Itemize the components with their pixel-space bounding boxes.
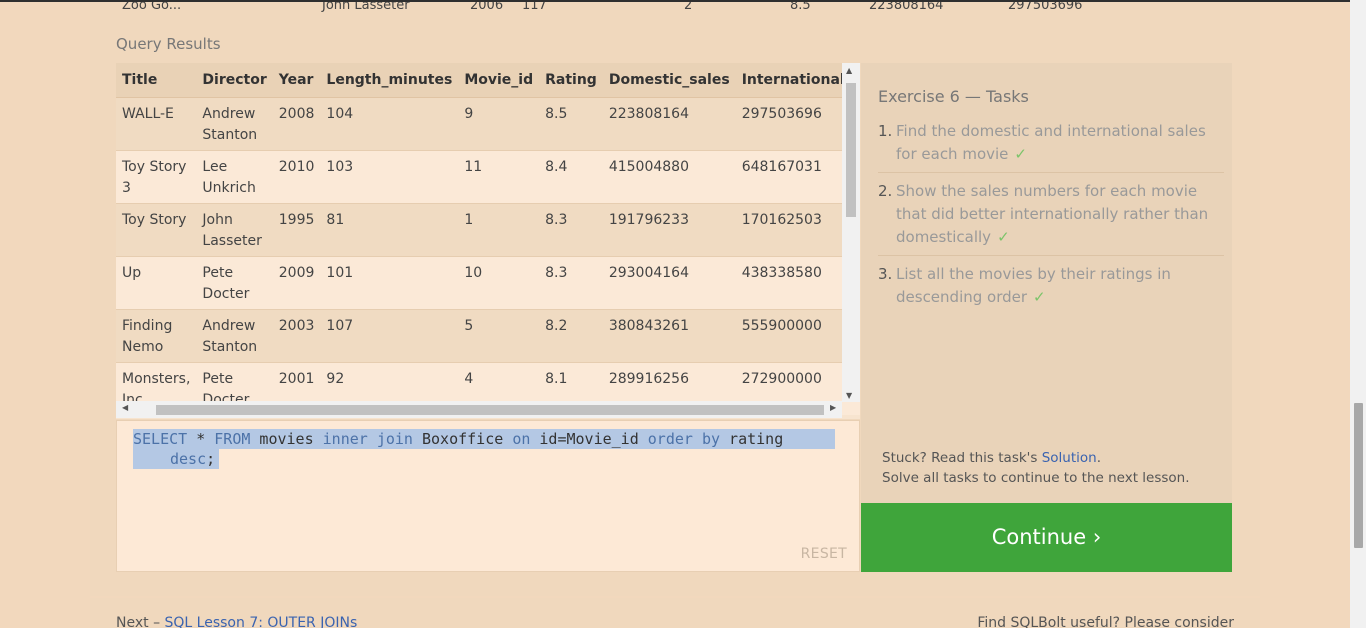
tasks-title: Exercise 6 — Tasks [878, 87, 1029, 106]
footer: Next – SQL Lesson 7: OUTER JOINs Find SQ… [90, 598, 1260, 628]
page-scrollbar[interactable] [1350, 0, 1366, 628]
stuck-help: Stuck? Read this task's Solution. Solve … [882, 450, 1190, 486]
solution-link[interactable]: Solution [1042, 450, 1097, 466]
sql-editor[interactable]: SELECT * FROM movies inner join Boxoffic… [116, 420, 860, 572]
table-row: Up Pete Docter 2009 101 10 8.3 293004164… [116, 255, 860, 309]
scroll-left-icon[interactable]: ◀ [122, 403, 128, 412]
code-line-1: SELECT * FROM movies inner join Boxoffic… [133, 429, 836, 449]
query-results-label: Query Results [116, 35, 221, 53]
sql-code[interactable]: SELECT * FROM movies inner join Boxoffic… [133, 429, 836, 469]
task-list: 1. Find the domestic and international s… [878, 119, 1224, 321]
table-row: Toy Story 3 Lee Unkrich 2010 103 11 8.4 … [116, 149, 860, 203]
query-results-table[interactable]: Title Director Year Length_minutes Movie… [116, 63, 860, 419]
page-scroll-thumb[interactable] [1354, 403, 1363, 548]
column-header: Length_minutes [320, 63, 459, 98]
scroll-up-icon[interactable]: ▲ [846, 66, 852, 75]
column-header: Director [196, 63, 273, 98]
support-note: Find SQLBolt useful? Please consider [977, 615, 1234, 628]
column-header: Movie_id [458, 63, 540, 98]
table-header-row: Title Director Year Length_minutes Movie… [116, 63, 860, 98]
task-item: 3. List all the movies by their ratings … [878, 265, 1171, 306]
task-item: 2. Show the sales numbers for each movie… [878, 179, 1224, 256]
tasks-panel: Exercise 6 — Tasks 1. Find the domestic … [861, 63, 1232, 505]
horizontal-scroll-thumb[interactable] [156, 405, 824, 415]
scroll-right-icon[interactable]: ▶ [830, 403, 836, 412]
column-header: Domestic_sales [602, 63, 736, 98]
code-line-2: desc; [133, 449, 220, 469]
column-header: Rating [539, 63, 603, 98]
table-row: Finding Nemo Andrew Stanton 2003 107 5 8… [116, 308, 860, 362]
exercise-panel: Zoo Go... John Lasseter 2006 117 2 8.5 2… [90, 2, 1260, 596]
next-lesson-link[interactable]: SQL Lesson 7: OUTER JOINs [165, 615, 358, 628]
task-item: 1. Find the domestic and international s… [878, 119, 1224, 173]
continue-button[interactable]: Continue › [861, 503, 1232, 572]
results-horizontal-scrollbar[interactable]: ◀ ▶ [116, 401, 842, 418]
column-header: Title [116, 63, 197, 98]
column-header: Year [272, 63, 321, 98]
results-table: Title Director Year Length_minutes Movie… [116, 63, 860, 415]
table-row: Toy Story John Lasseter 1995 81 1 8.3 19… [116, 202, 860, 256]
vertical-scroll-thumb[interactable] [846, 83, 856, 217]
check-icon: ✓ [997, 228, 1010, 246]
check-icon: ✓ [1014, 145, 1027, 163]
reset-button[interactable]: RESET [801, 546, 847, 562]
next-lesson: Next – SQL Lesson 7: OUTER JOINs [116, 615, 357, 628]
results-vertical-scrollbar[interactable]: ▲ ▼ [842, 63, 860, 402]
check-icon: ✓ [1033, 288, 1046, 306]
scroll-down-icon[interactable]: ▼ [846, 391, 852, 400]
table-row: WALL-E Andrew Stanton 2008 104 9 8.5 223… [116, 96, 860, 150]
previous-row-cut: Zoo Go... John Lasseter 2006 117 2 8.5 2… [122, 2, 1083, 12]
